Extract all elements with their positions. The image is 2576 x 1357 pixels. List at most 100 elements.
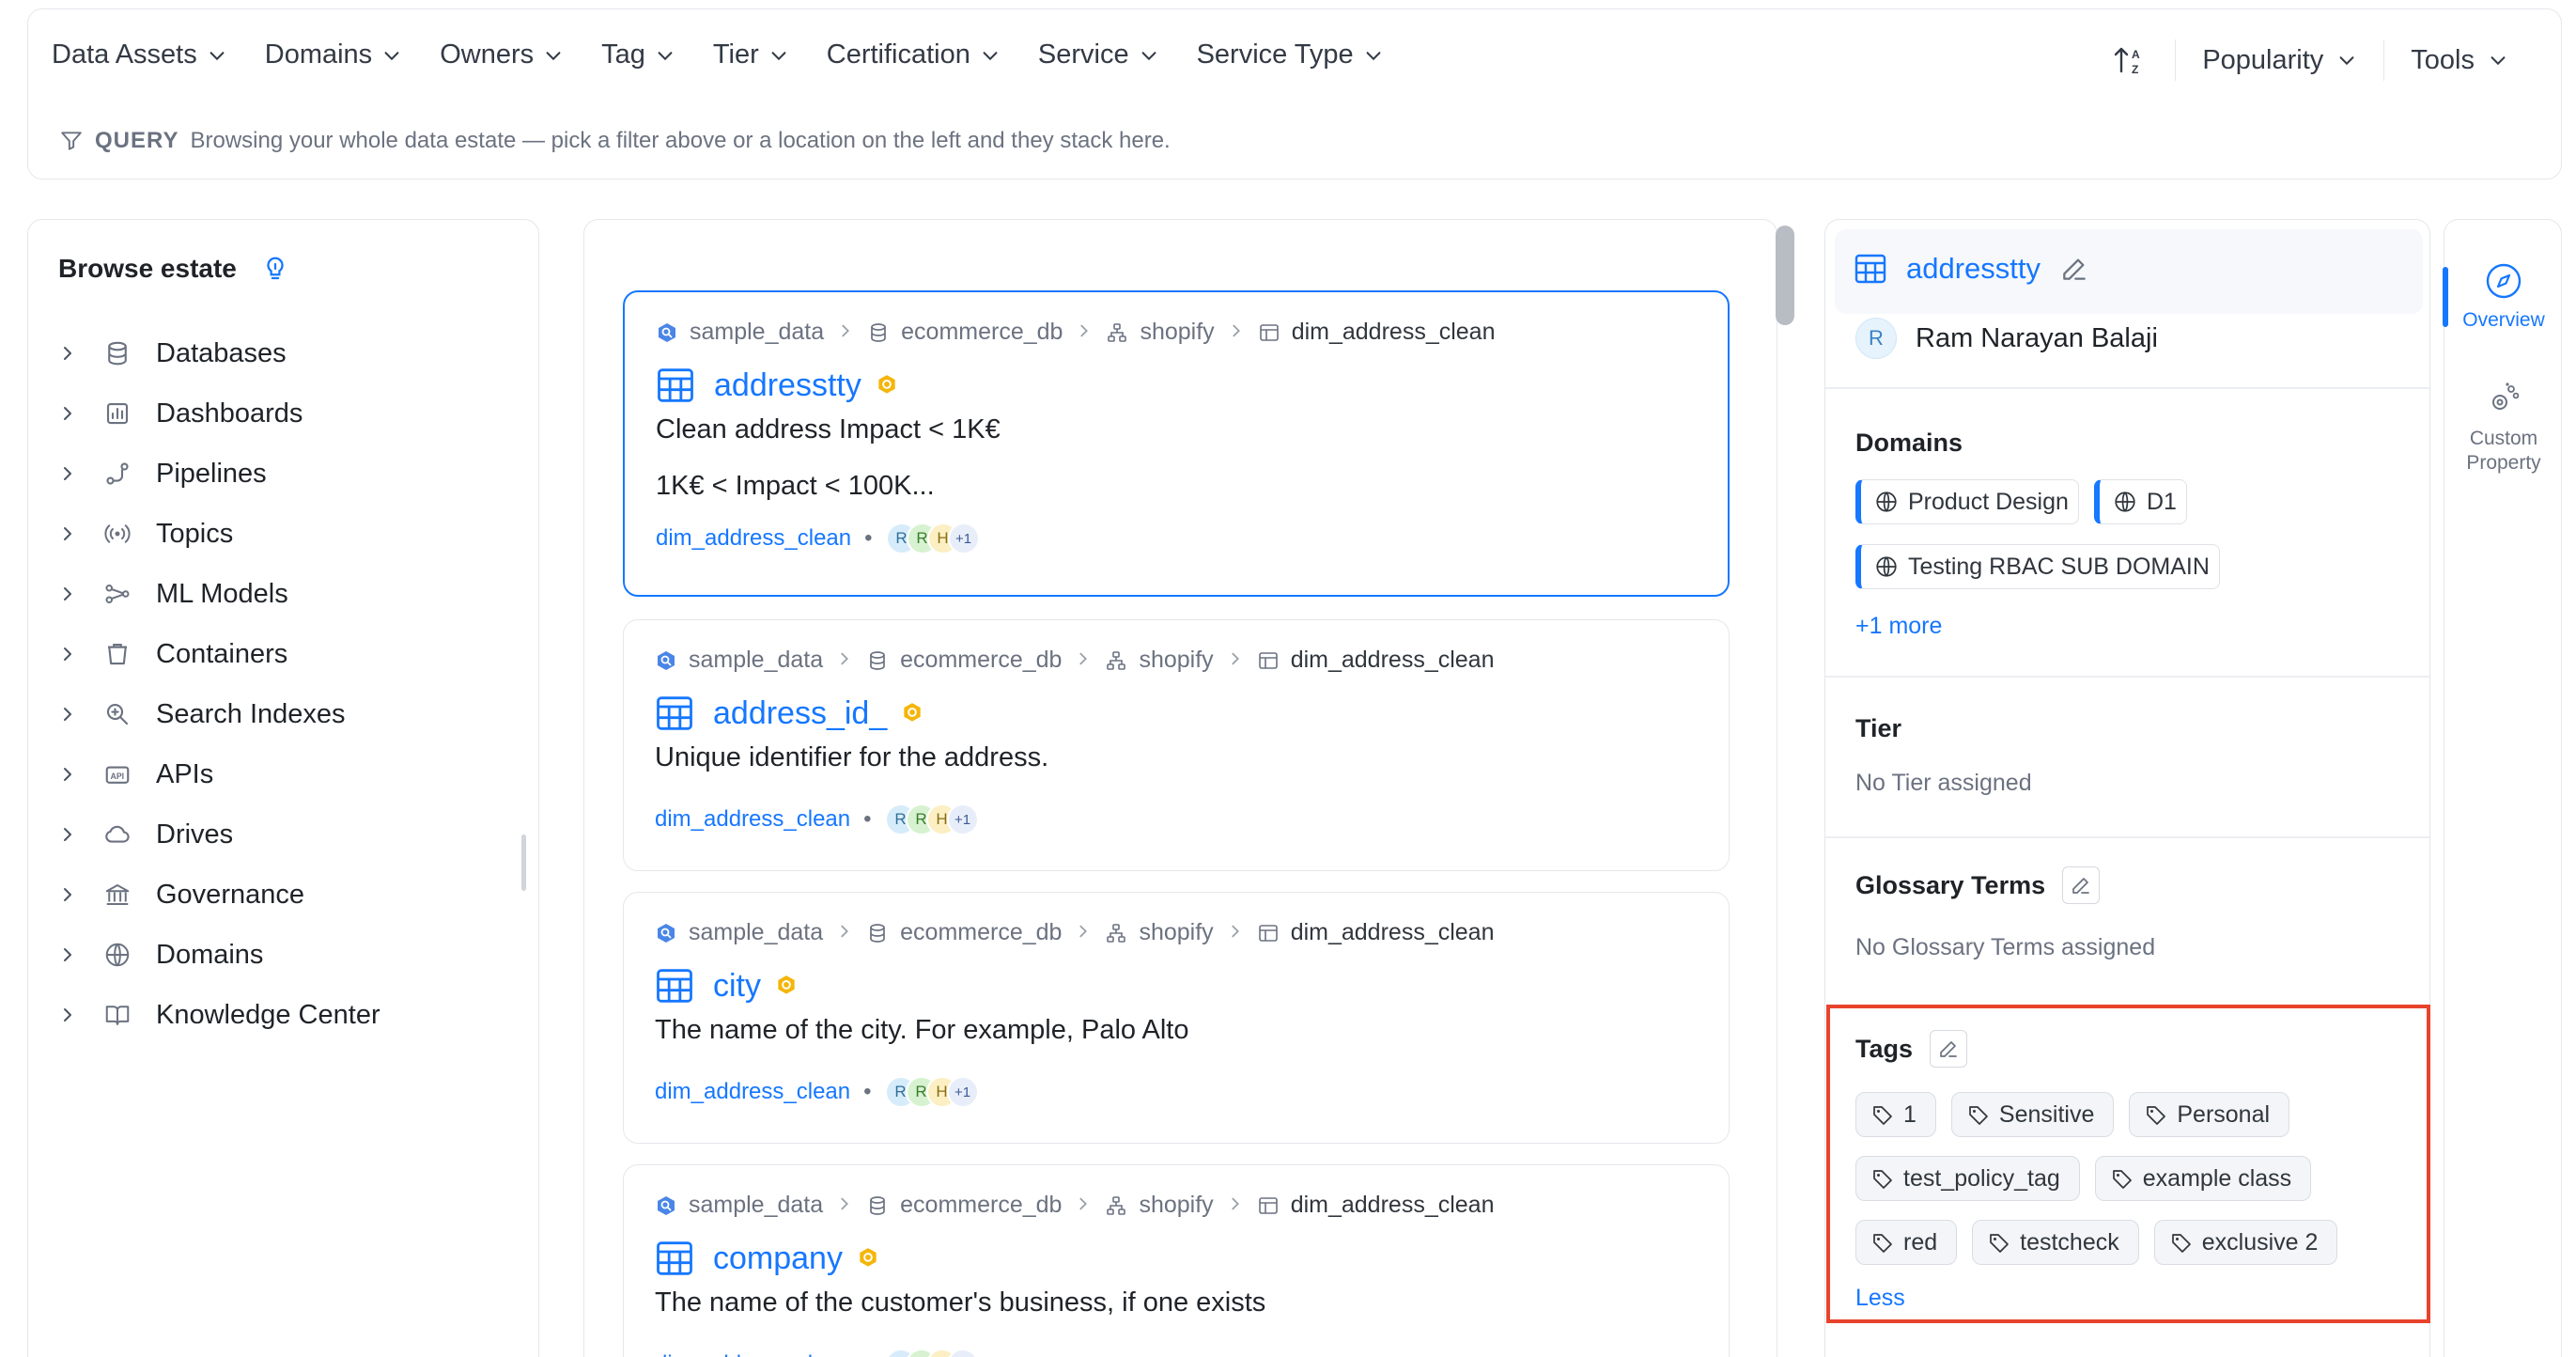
chevron-right-icon — [1227, 647, 1244, 674]
result-name[interactable]: company — [713, 1240, 843, 1277]
tree-item-label: Knowledge Center — [156, 999, 380, 1030]
tree-item-apis[interactable]: API APIs — [58, 744, 509, 804]
sort-popularity-dropdown[interactable]: Popularity — [2175, 39, 2383, 81]
breadcrumb-item[interactable]: ecommerce_db — [866, 919, 1062, 946]
breadcrumb-item[interactable]: dim_address_clean — [1257, 1192, 1494, 1219]
rail-custom-property[interactable]: Custom Property — [2444, 380, 2563, 476]
rail-overview[interactable]: Overview — [2444, 261, 2563, 333]
result-name[interactable]: address_id_ — [713, 695, 887, 732]
breadcrumb: sample_data ecommerce_db shopify dim_addres… — [655, 647, 1494, 674]
domain-chip[interactable]: D1 — [2093, 479, 2187, 524]
breadcrumb-item[interactable]: shopify — [1106, 319, 1215, 346]
chevron-right-icon[interactable] — [58, 1006, 77, 1024]
tags-highlight-box — [1826, 1005, 2430, 1323]
filter-tag[interactable]: Tag — [601, 39, 675, 70]
tree-item-databases[interactable]: Databases — [58, 323, 509, 383]
breadcrumb-item[interactable]: shopify — [1105, 1192, 1214, 1219]
breadcrumb-item[interactable]: sample_data — [655, 1192, 823, 1219]
tree-item-pipelines[interactable]: Pipelines — [58, 444, 509, 504]
tree-item-search-indexes[interactable]: Search Indexes — [58, 684, 509, 744]
chevron-right-icon — [1075, 647, 1092, 674]
tree-item-knowledge-center[interactable]: Knowledge Center — [58, 985, 509, 1045]
result-table-link[interactable]: dim_address_clean — [656, 525, 851, 552]
result-card[interactable]: sample_data ecommerce_db shopify dim_addres… — [623, 619, 1730, 871]
tree-item-label: Pipelines — [156, 458, 267, 489]
breadcrumb-item[interactable]: ecommerce_db — [867, 319, 1063, 346]
tree-item-governance[interactable]: Governance — [58, 865, 509, 925]
filter-certification[interactable]: Certification — [827, 39, 1001, 70]
result-table-link[interactable]: dim_address_clean — [655, 1351, 850, 1357]
details-owner[interactable]: R Ram Narayan Balaji — [1855, 318, 2158, 359]
details-asset-name[interactable]: addresstty — [1906, 252, 2041, 286]
chevron-right-icon[interactable] — [58, 765, 77, 784]
edit-icon[interactable] — [2059, 254, 2089, 284]
result-title: address_id_ — [655, 694, 924, 733]
result-table-link[interactable]: dim_address_clean — [655, 1079, 850, 1105]
more-owners-badge[interactable]: +1 — [946, 803, 979, 835]
breadcrumb-item[interactable]: sample_data — [655, 919, 823, 946]
svg-text:A: A — [2132, 48, 2140, 61]
breadcrumb-item[interactable]: ecommerce_db — [866, 1192, 1062, 1219]
chevron-right-icon[interactable] — [58, 645, 77, 663]
browse-scrollbar[interactable] — [521, 834, 526, 891]
chevron-right-icon — [1227, 919, 1244, 946]
breadcrumb-item[interactable]: sample_data — [655, 647, 823, 674]
chevron-right-icon — [1076, 319, 1093, 346]
browse-header: Browse estate — [58, 254, 289, 284]
chevron-right-icon[interactable] — [58, 524, 77, 543]
tools-dropdown[interactable]: Tools — [2383, 39, 2535, 81]
breadcrumb-item[interactable]: shopify — [1105, 919, 1214, 946]
breadcrumb-item[interactable]: dim_address_clean — [1257, 919, 1494, 946]
breadcrumb-item[interactable]: sample_data — [656, 319, 824, 346]
filter-service[interactable]: Service — [1038, 39, 1159, 70]
breadcrumb-item[interactable]: dim_address_clean — [1258, 319, 1495, 346]
domain-chip[interactable]: Product Design — [1855, 479, 2079, 524]
table-icon — [657, 969, 692, 1003]
breadcrumb-item[interactable]: shopify — [1105, 647, 1214, 674]
result-name[interactable]: addresstty — [714, 367, 861, 404]
filter-service-type[interactable]: Service Type — [1197, 39, 1384, 70]
chevron-right-icon[interactable] — [58, 464, 77, 483]
chevron-right-icon[interactable] — [58, 344, 77, 363]
result-card[interactable]: sample_data ecommerce_db shopify dim_addres… — [623, 892, 1730, 1144]
tree-item-dashboards[interactable]: Dashboards — [58, 383, 509, 444]
filter-tier[interactable]: Tier — [713, 39, 789, 70]
glossary-empty-text: No Glossary Terms assigned — [1855, 934, 2156, 960]
more-owners-badge[interactable]: +1 — [947, 523, 980, 554]
sort-direction-button[interactable]: A Z — [2085, 39, 2175, 81]
chevron-right-icon[interactable] — [58, 945, 77, 964]
tree-item-ml-models[interactable]: ML Models — [58, 564, 509, 624]
more-owners-badge[interactable]: +1 — [946, 1076, 979, 1108]
result-description: Clean address Impact < 1K€ — [656, 414, 1001, 445]
tree-item-drives[interactable]: Drives — [58, 804, 509, 865]
breadcrumb: sample_data ecommerce_db shopify dim_addres… — [655, 919, 1494, 946]
result-title: company — [655, 1239, 880, 1278]
chevron-right-icon[interactable] — [58, 585, 77, 603]
chevron-right-icon[interactable] — [58, 705, 77, 724]
tree-item-containers[interactable]: Containers — [58, 624, 509, 684]
chevron-right-icon[interactable] — [58, 404, 77, 423]
breadcrumb-item[interactable]: dim_address_clean — [1257, 647, 1494, 674]
filter-domains[interactable]: Domains — [265, 39, 402, 70]
lightbulb-icon[interactable] — [261, 255, 289, 283]
result-card[interactable]: sample_data ecommerce_db shopify dim_addres… — [623, 1164, 1730, 1357]
filter-data-assets[interactable]: Data Assets — [52, 39, 227, 70]
domains-more-link[interactable]: +1 more — [1855, 613, 1942, 640]
tree-item-topics[interactable]: Topics — [58, 504, 509, 564]
tree-item-domains[interactable]: Domains — [58, 925, 509, 985]
result-meta: dim_address_clean • RRH+1 — [655, 1349, 979, 1357]
glossary-edit-button[interactable] — [2062, 866, 2101, 904]
breadcrumb-item[interactable]: ecommerce_db — [866, 647, 1062, 674]
domain-chip[interactable]: Testing RBAC SUB DOMAIN — [1855, 544, 2220, 589]
chevron-right-icon[interactable] — [58, 825, 77, 844]
result-table-link[interactable]: dim_address_clean — [655, 806, 850, 833]
chevron-right-icon[interactable] — [58, 885, 77, 904]
details-header: addresstty — [1835, 229, 2423, 314]
result-description: Unique identifier for the address. — [655, 742, 1049, 772]
filter-owners[interactable]: Owners — [440, 39, 564, 70]
result-card[interactable]: sample_data ecommerce_db shopify dim_addres… — [623, 290, 1730, 597]
more-owners-badge[interactable]: +1 — [946, 1349, 979, 1357]
separator-dot: • — [863, 806, 872, 832]
result-name[interactable]: city — [713, 968, 761, 1005]
results-scrollbar[interactable] — [1776, 226, 1794, 325]
